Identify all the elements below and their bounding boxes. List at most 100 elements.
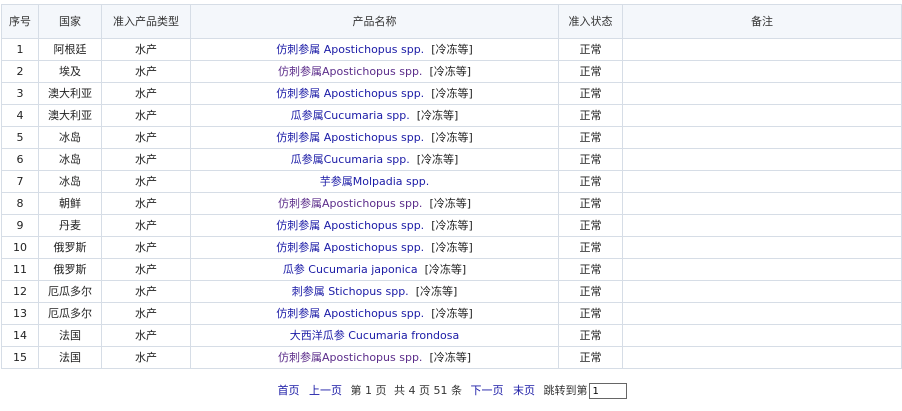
product-name-link[interactable]: 仿刺参属 Apostichopus spp.: [276, 241, 424, 254]
table-row: 8 朝鲜 水产 仿刺参属Apostichopus spp. [冷冻等] 正常: [1, 192, 902, 215]
cell-product-name[interactable]: 芋参属Molpadia spp.: [190, 170, 559, 193]
cell-country: 埃及: [38, 60, 102, 83]
cell-note: [622, 104, 902, 127]
cell-product-name[interactable]: 仿刺参属Apostichopus spp. [冷冻等]: [190, 346, 559, 369]
processing-tag: [冷冻等]: [431, 241, 473, 254]
cell-product-name[interactable]: 仿刺参属 Apostichopus spp. [冷冻等]: [190, 38, 559, 61]
table-row: 5 冰岛 水产 仿刺参属 Apostichopus spp. [冷冻等] 正常: [1, 126, 902, 149]
cell-country: 法国: [38, 346, 102, 369]
cell-country: 厄瓜多尔: [38, 280, 102, 303]
product-name-link[interactable]: 仿刺参属 Apostichopus spp.: [276, 307, 424, 320]
table-row: 2 埃及 水产 仿刺参属Apostichopus spp. [冷冻等] 正常: [1, 60, 902, 83]
cell-country: 阿根廷: [38, 38, 102, 61]
cell-product-type: 水产: [101, 214, 191, 237]
cell-product-type: 水产: [101, 346, 191, 369]
import-access-table: 序号 国家 准入产品类型 产品名称 准入状态 备注 1 阿根廷 水产 仿刺参属 Apo…: [1, 4, 902, 369]
cell-product-type: 水产: [101, 302, 191, 325]
product-name-link[interactable]: 芋参属Molpadia spp.: [320, 175, 429, 188]
cell-note: [622, 38, 902, 61]
prev-page-link[interactable]: 上一页: [309, 384, 342, 397]
product-name-link[interactable]: 仿刺参属 Apostichopus spp.: [276, 43, 424, 56]
cell-product-name[interactable]: 刺参属 Stichopus spp. [冷冻等]: [190, 280, 559, 303]
next-page-link[interactable]: 下一页: [470, 384, 503, 397]
cell-note: [622, 258, 902, 281]
cell-note: [622, 126, 902, 149]
cell-status: 正常: [558, 60, 623, 83]
cell-status: 正常: [558, 258, 623, 281]
table-row: 10 俄罗斯 水产 仿刺参属 Apostichopus spp. [冷冻等] 正常: [1, 236, 902, 259]
cell-country: 厄瓜多尔: [38, 302, 102, 325]
last-page-link[interactable]: 末页: [513, 384, 535, 397]
cell-status: 正常: [558, 38, 623, 61]
cell-note: [622, 346, 902, 369]
cell-product-type: 水产: [101, 258, 191, 281]
cell-product-type: 水产: [101, 148, 191, 171]
cell-product-name[interactable]: 瓜参属Cucumaria spp. [冷冻等]: [190, 104, 559, 127]
cell-index: 14: [1, 324, 39, 347]
cell-index: 5: [1, 126, 39, 149]
cell-note: [622, 82, 902, 105]
processing-tag: [冷冻等]: [429, 197, 472, 210]
table-row: 1 阿根廷 水产 仿刺参属 Apostichopus spp. [冷冻等] 正常: [1, 38, 902, 61]
cell-product-name[interactable]: 仿刺参属 Apostichopus spp. [冷冻等]: [190, 214, 559, 237]
cell-country: 俄罗斯: [38, 236, 102, 259]
product-name-link[interactable]: 仿刺参属 Apostichopus spp.: [276, 131, 424, 144]
cell-product-name[interactable]: 瓜参属Cucumaria spp. [冷冻等]: [190, 148, 559, 171]
processing-tag: [冷冻等]: [431, 87, 473, 100]
product-name-link[interactable]: 刺参属 Stichopus spp.: [292, 285, 409, 298]
product-name-link[interactable]: 瓜参属Cucumaria spp.: [291, 109, 410, 122]
cell-product-name[interactable]: 仿刺参属Apostichopus spp. [冷冻等]: [190, 192, 559, 215]
processing-tag: [冷冻等]: [431, 219, 473, 232]
cell-status: 正常: [558, 214, 623, 237]
cell-index: 7: [1, 170, 39, 193]
cell-product-type: 水产: [101, 236, 191, 259]
cell-country: 朝鲜: [38, 192, 102, 215]
cell-status: 正常: [558, 192, 623, 215]
cell-country: 法国: [38, 324, 102, 347]
jump-page-input[interactable]: [589, 383, 628, 399]
cell-note: [622, 148, 902, 171]
product-name-link[interactable]: 瓜参 Cucumaria japonica: [283, 263, 418, 276]
cell-status: 正常: [558, 280, 623, 303]
cell-product-name[interactable]: 仿刺参属 Apostichopus spp. [冷冻等]: [190, 126, 559, 149]
table-header: 序号 国家 准入产品类型 产品名称 准入状态 备注: [1, 4, 902, 39]
cell-product-type: 水产: [101, 170, 191, 193]
table-row: 11 俄罗斯 水产 瓜参 Cucumaria japonica [冷冻等] 正常: [1, 258, 902, 281]
product-name-link[interactable]: 仿刺参属 Apostichopus spp.: [276, 219, 424, 232]
first-page-link[interactable]: 首页: [278, 384, 300, 397]
cell-product-type: 水产: [101, 60, 191, 83]
cell-product-name[interactable]: 大西洋瓜参 Cucumaria frondosa: [190, 324, 559, 347]
product-name-link[interactable]: 瓜参属Cucumaria spp.: [291, 153, 410, 166]
product-name-link[interactable]: 仿刺参属 Apostichopus spp.: [276, 87, 424, 100]
cell-status: 正常: [558, 148, 623, 171]
product-name-link[interactable]: 仿刺参属Apostichopus spp.: [278, 351, 422, 364]
cell-index: 15: [1, 346, 39, 369]
product-name-link[interactable]: 仿刺参属Apostichopus spp.: [278, 197, 422, 210]
cell-status: 正常: [558, 324, 623, 347]
header-country: 国家: [38, 4, 102, 39]
cell-product-name[interactable]: 仿刺参属Apostichopus spp. [冷冻等]: [190, 60, 559, 83]
cell-product-name[interactable]: 仿刺参属 Apostichopus spp. [冷冻等]: [190, 302, 559, 325]
table-row: 7 冰岛 水产 芋参属Molpadia spp. 正常: [1, 170, 902, 193]
cell-note: [622, 170, 902, 193]
cell-country: 冰岛: [38, 170, 102, 193]
cell-status: 正常: [558, 82, 623, 105]
cell-status: 正常: [558, 346, 623, 369]
product-name-link[interactable]: 大西洋瓜参 Cucumaria frondosa: [290, 329, 459, 342]
cell-status: 正常: [558, 104, 623, 127]
processing-tag: [冷冻等]: [431, 307, 473, 320]
product-name-link[interactable]: 仿刺参属Apostichopus spp.: [278, 65, 422, 78]
cell-product-name[interactable]: 仿刺参属 Apostichopus spp. [冷冻等]: [190, 82, 559, 105]
cell-product-name[interactable]: 仿刺参属 Apostichopus spp. [冷冻等]: [190, 236, 559, 259]
current-page-text: 第 1 页: [350, 384, 387, 397]
table-row: 15 法国 水产 仿刺参属Apostichopus spp. [冷冻等] 正常: [1, 346, 902, 369]
cell-product-type: 水产: [101, 324, 191, 347]
total-count-text: 共 4 页 51 条: [394, 384, 462, 397]
cell-index: 12: [1, 280, 39, 303]
processing-tag: [冷冻等]: [429, 351, 472, 364]
table-row: 14 法国 水产 大西洋瓜参 Cucumaria frondosa 正常: [1, 324, 902, 347]
cell-index: 8: [1, 192, 39, 215]
cell-product-name[interactable]: 瓜参 Cucumaria japonica [冷冻等]: [190, 258, 559, 281]
